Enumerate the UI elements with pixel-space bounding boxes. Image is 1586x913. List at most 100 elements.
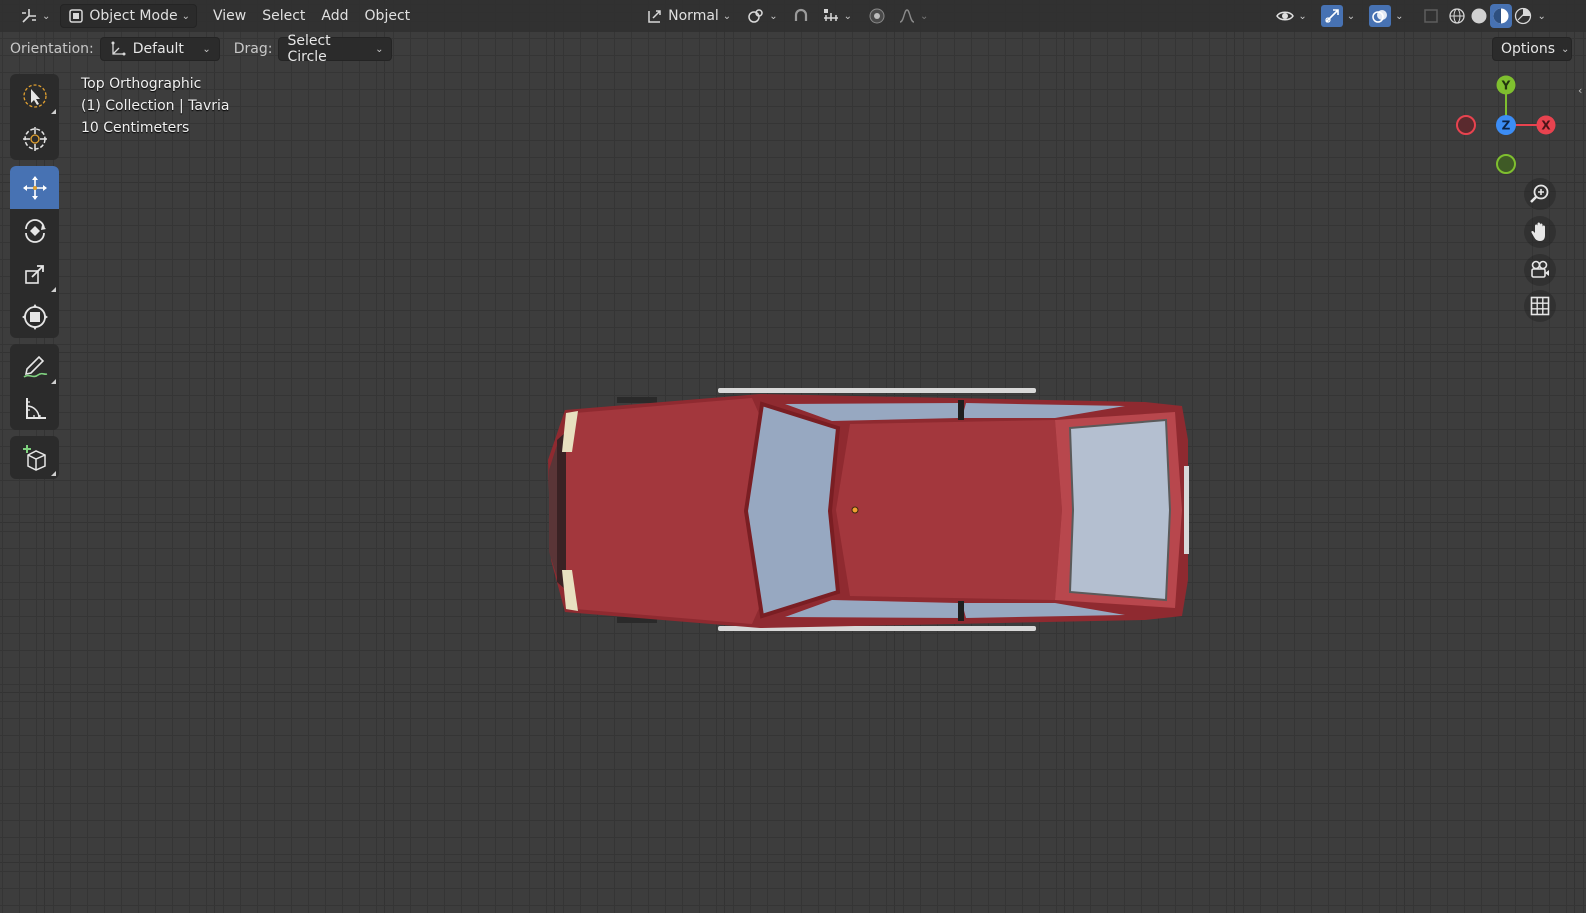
chevron-down-icon: ⌄ bbox=[1395, 10, 1404, 22]
transform-icon bbox=[21, 303, 48, 330]
shading-options-dropdown[interactable]: ⌄ bbox=[1534, 4, 1550, 28]
select-box-icon bbox=[22, 83, 47, 108]
ortho-toggle-button[interactable] bbox=[1524, 290, 1556, 322]
falloff-icon bbox=[899, 9, 915, 23]
orientation-label: Orientation: bbox=[10, 41, 94, 57]
pivot-point-dropdown[interactable]: ⌄ bbox=[741, 4, 783, 28]
neg-x-axis-handle[interactable] bbox=[1456, 115, 1476, 135]
chevron-down-icon: ⌄ bbox=[843, 10, 852, 22]
axes-icon bbox=[22, 9, 36, 23]
snap-increment-icon bbox=[823, 9, 838, 21]
overlay-toggle[interactable]: ⌄ bbox=[1363, 4, 1409, 28]
falloff-dropdown[interactable]: ⌄ bbox=[892, 4, 934, 28]
y-axis-label: Y bbox=[1501, 79, 1511, 93]
add-cube-icon bbox=[22, 444, 46, 471]
tool-rotate[interactable] bbox=[10, 209, 59, 252]
tool-settings-bar: Orientation: Default ⌄ Drag: Select Circ… bbox=[0, 33, 1586, 65]
camera-icon bbox=[1531, 260, 1549, 278]
sidebar-toggle-icon[interactable]: ‹ bbox=[1578, 84, 1582, 97]
snap-toggle[interactable] bbox=[786, 4, 816, 28]
rendered-icon bbox=[1514, 7, 1531, 25]
drag-dropdown[interactable]: Select Circle ⌄ bbox=[278, 33, 393, 65]
car-object-tavria[interactable] bbox=[540, 380, 1200, 640]
tool-measure[interactable] bbox=[10, 387, 59, 430]
menu-view[interactable]: View bbox=[207, 4, 252, 28]
pan-button[interactable] bbox=[1524, 216, 1556, 248]
chevron-down-icon: ⌄ bbox=[181, 10, 190, 22]
viewport-header: ⌄ Object Mode ⌄ View Select Add Object N… bbox=[0, 0, 1586, 32]
measure-icon bbox=[25, 397, 46, 419]
chevron-down-icon: ⌄ bbox=[1346, 10, 1356, 22]
chevron-down-icon: ⌄ bbox=[42, 10, 51, 22]
gizmo-toggle[interactable]: ⌄ bbox=[1315, 4, 1361, 28]
chevron-down-icon: ⌄ bbox=[919, 10, 929, 22]
visibility-icon bbox=[1276, 11, 1295, 21]
neg-y-axis-handle[interactable] bbox=[1496, 154, 1516, 174]
tool-add-cube[interactable] bbox=[10, 436, 59, 479]
orientation-icon bbox=[648, 10, 661, 23]
snap-target-dropdown[interactable]: ⌄ bbox=[816, 4, 858, 28]
drag-value: Select Circle bbox=[287, 33, 331, 65]
navigation-gizmo[interactable]: X Y Z bbox=[1455, 74, 1565, 184]
orientation-gizmo-icon bbox=[111, 41, 126, 56]
tool-move[interactable] bbox=[10, 166, 59, 209]
shading-rendered-button[interactable] bbox=[1512, 4, 1534, 28]
menu-add[interactable]: Add bbox=[315, 4, 354, 28]
mode-label: Object Mode bbox=[89, 8, 178, 24]
overlay-icon bbox=[1372, 10, 1388, 23]
solid-icon bbox=[1471, 8, 1487, 24]
camera-view-button[interactable] bbox=[1524, 254, 1556, 286]
shading-material-button[interactable] bbox=[1489, 4, 1512, 28]
chevron-down-icon: ⌄ bbox=[375, 43, 384, 55]
tool-transform[interactable] bbox=[10, 295, 59, 338]
orientation-value: Default bbox=[132, 41, 184, 57]
annotate-icon bbox=[23, 355, 47, 378]
grid-scale: 10 Centimeters bbox=[81, 120, 190, 136]
pivot-icon bbox=[748, 9, 763, 23]
scale-icon bbox=[24, 264, 44, 284]
toolbar bbox=[10, 74, 59, 485]
grid-icon bbox=[1530, 296, 1550, 316]
orientation-dropdown[interactable]: Default ⌄ bbox=[99, 37, 220, 61]
object-origin bbox=[851, 506, 859, 514]
chevron-down-icon: ⌄ bbox=[722, 10, 732, 22]
snap-icon bbox=[794, 8, 807, 21]
tool-scale[interactable] bbox=[10, 252, 59, 295]
3d-viewport[interactable]: ⌄ Object Mode ⌄ View Select Add Object N… bbox=[0, 0, 1586, 913]
material-icon bbox=[1493, 8, 1509, 24]
menu-select[interactable]: Select bbox=[256, 4, 311, 28]
transform-orientation-dropdown[interactable]: Normal ⌄ bbox=[640, 4, 737, 28]
cursor-icon bbox=[22, 126, 47, 151]
wireframe-icon bbox=[1448, 8, 1465, 24]
move-icon bbox=[22, 175, 47, 200]
viewport-info: Top Orthographic (1) Collection | Tavria… bbox=[81, 73, 229, 139]
mode-dropdown[interactable]: Object Mode ⌄ bbox=[60, 4, 197, 28]
options-dropdown[interactable]: Options ⌄ bbox=[1492, 37, 1572, 61]
shading-solid-button[interactable] bbox=[1468, 4, 1490, 28]
chevron-down-icon: ⌄ bbox=[769, 10, 778, 22]
zoom-button[interactable] bbox=[1524, 178, 1556, 210]
x-axis-label: X bbox=[1541, 119, 1551, 133]
tool-annotate[interactable] bbox=[10, 344, 59, 387]
chevron-down-icon: ⌄ bbox=[1298, 10, 1307, 22]
tool-cursor[interactable] bbox=[10, 117, 59, 160]
options-label: Options bbox=[1501, 41, 1556, 57]
chevron-down-icon: ⌄ bbox=[202, 43, 211, 55]
visibility-dropdown[interactable]: ⌄ bbox=[1270, 4, 1312, 28]
menu-object[interactable]: Object bbox=[359, 4, 417, 28]
chevron-down-icon: ⌄ bbox=[1537, 10, 1546, 22]
view-name: Top Orthographic bbox=[81, 76, 202, 92]
zoom-icon bbox=[1530, 184, 1549, 203]
tool-select-box[interactable] bbox=[10, 74, 59, 117]
proportional-edit-icon bbox=[869, 8, 885, 24]
shading-wireframe-button[interactable] bbox=[1446, 4, 1468, 28]
gizmo-icon bbox=[1325, 9, 1339, 23]
object-mode-icon bbox=[69, 9, 84, 23]
drag-label: Drag: bbox=[233, 41, 273, 57]
editor-type-button[interactable]: ⌄ bbox=[14, 4, 56, 28]
collection-info: (1) Collection | Tavria bbox=[81, 98, 230, 114]
xray-toggle[interactable] bbox=[1416, 4, 1446, 28]
xray-icon bbox=[1423, 9, 1438, 23]
proportional-edit-toggle[interactable] bbox=[862, 4, 892, 28]
orientation-label: Normal bbox=[668, 8, 719, 24]
